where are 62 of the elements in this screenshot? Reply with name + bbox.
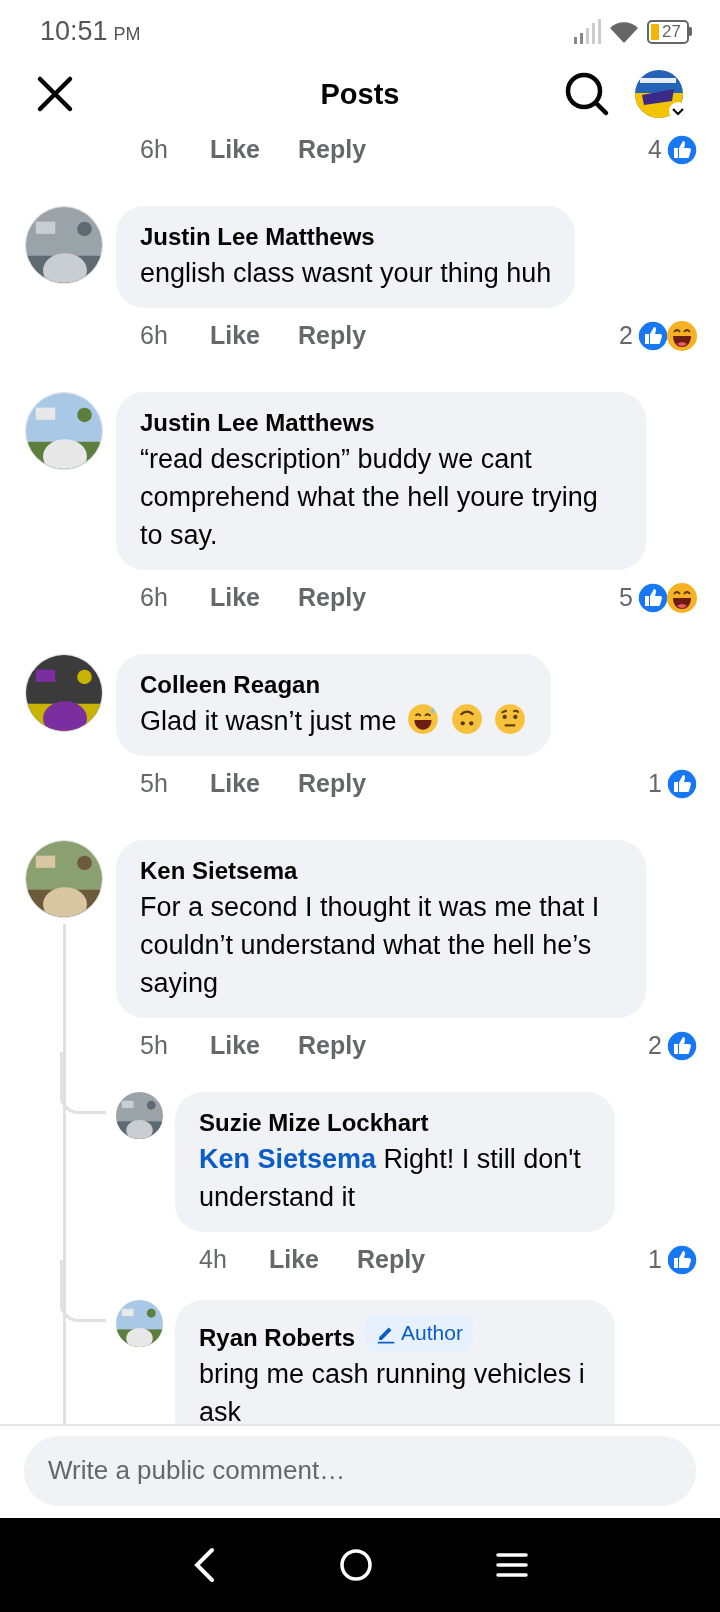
author-badge: Author: [365, 1313, 473, 1352]
comment-text: “read description” buddy we cant comprehend what the hell youre trying to say.: [140, 442, 599, 552]
commenter-name[interactable]: Justin Lee Matthews: [140, 408, 375, 436]
reaction-count: 1: [648, 1244, 662, 1275]
reply-link[interactable]: Reply: [357, 1241, 426, 1279]
like-link[interactable]: Like: [210, 579, 298, 617]
mention-link[interactable]: Ken Sietsema: [199, 1143, 377, 1174]
menu-icon[interactable]: [496, 1550, 529, 1579]
battery-level: 27: [662, 23, 681, 41]
laughing-emoji-icon: [666, 319, 698, 352]
laughing-emoji-icon: [666, 581, 698, 614]
comment-time: 4h: [199, 1244, 228, 1275]
like-link[interactable]: Like: [210, 133, 298, 169]
like-link[interactable]: Like: [269, 1241, 357, 1279]
commenter-name[interactable]: Suzie Mize Lockhart: [199, 1108, 429, 1136]
reply-link[interactable]: Reply: [298, 765, 367, 803]
commenter-name[interactable]: Colleen Reagan: [140, 670, 321, 698]
home-icon[interactable]: [339, 1547, 373, 1582]
close-button[interactable]: [36, 75, 74, 114]
commenter-name[interactable]: Justin Lee Matthews: [140, 222, 375, 250]
raised-eyebrow-emoji-icon: [493, 701, 528, 736]
signal-icon: [573, 18, 601, 45]
comment-text: Ken Sietsema Right! I still don't understand it: [199, 1142, 582, 1214]
sweat-smile-emoji-icon: [406, 701, 441, 736]
comment-time: 6h: [140, 134, 169, 165]
reply-link[interactable]: Reply: [298, 317, 367, 355]
reaction-count: 4: [648, 134, 662, 165]
page-title: Posts: [320, 76, 400, 112]
comment-time: 6h: [140, 320, 169, 351]
battery-fill: [651, 23, 659, 40]
like-icon: [637, 319, 669, 352]
reply-link[interactable]: Reply: [298, 579, 367, 617]
clock-time: 10:51: [40, 15, 108, 49]
thread-connector: [60, 1051, 106, 1114]
search-button[interactable]: [564, 71, 610, 118]
comment-time: 5h: [140, 1030, 169, 1061]
reaction-count: 2: [648, 1030, 662, 1061]
reaction-count: 1: [648, 768, 662, 799]
clock-period: PM: [113, 23, 141, 47]
wifi-icon: [609, 19, 639, 44]
comment-time: 5h: [140, 768, 169, 799]
reply-link[interactable]: Reply: [298, 133, 367, 169]
like-link[interactable]: Like: [210, 765, 298, 803]
commenter-name[interactable]: Ryan Roberts: [199, 1323, 356, 1351]
like-icon: [666, 1029, 698, 1062]
reaction-count: 2: [619, 320, 633, 351]
comment-text: For a second I thought it was me that I couldn’t understand what the hell he’s saying: [140, 890, 601, 1000]
like-icon: [666, 1243, 698, 1276]
upside-down-emoji-icon: [449, 701, 484, 736]
reaction-count: 5: [619, 582, 633, 613]
thread-connector: [60, 1259, 106, 1322]
like-icon: [666, 767, 698, 800]
comment-text: bring me cash running vehicles i ask: [199, 1357, 586, 1424]
reply-link[interactable]: Reply: [298, 1027, 367, 1065]
comment-text: english class wasnt your thing huh: [140, 256, 552, 290]
like-link[interactable]: Like: [210, 317, 298, 355]
like-link[interactable]: Like: [210, 1027, 298, 1065]
comment-text: Glad it wasn’t just me: [140, 701, 528, 740]
like-icon: [637, 581, 669, 614]
commenter-name[interactable]: Ken Sietsema: [140, 856, 298, 884]
comment-time: 6h: [140, 582, 169, 613]
comment-input[interactable]: Write a public comment…: [24, 1435, 696, 1506]
